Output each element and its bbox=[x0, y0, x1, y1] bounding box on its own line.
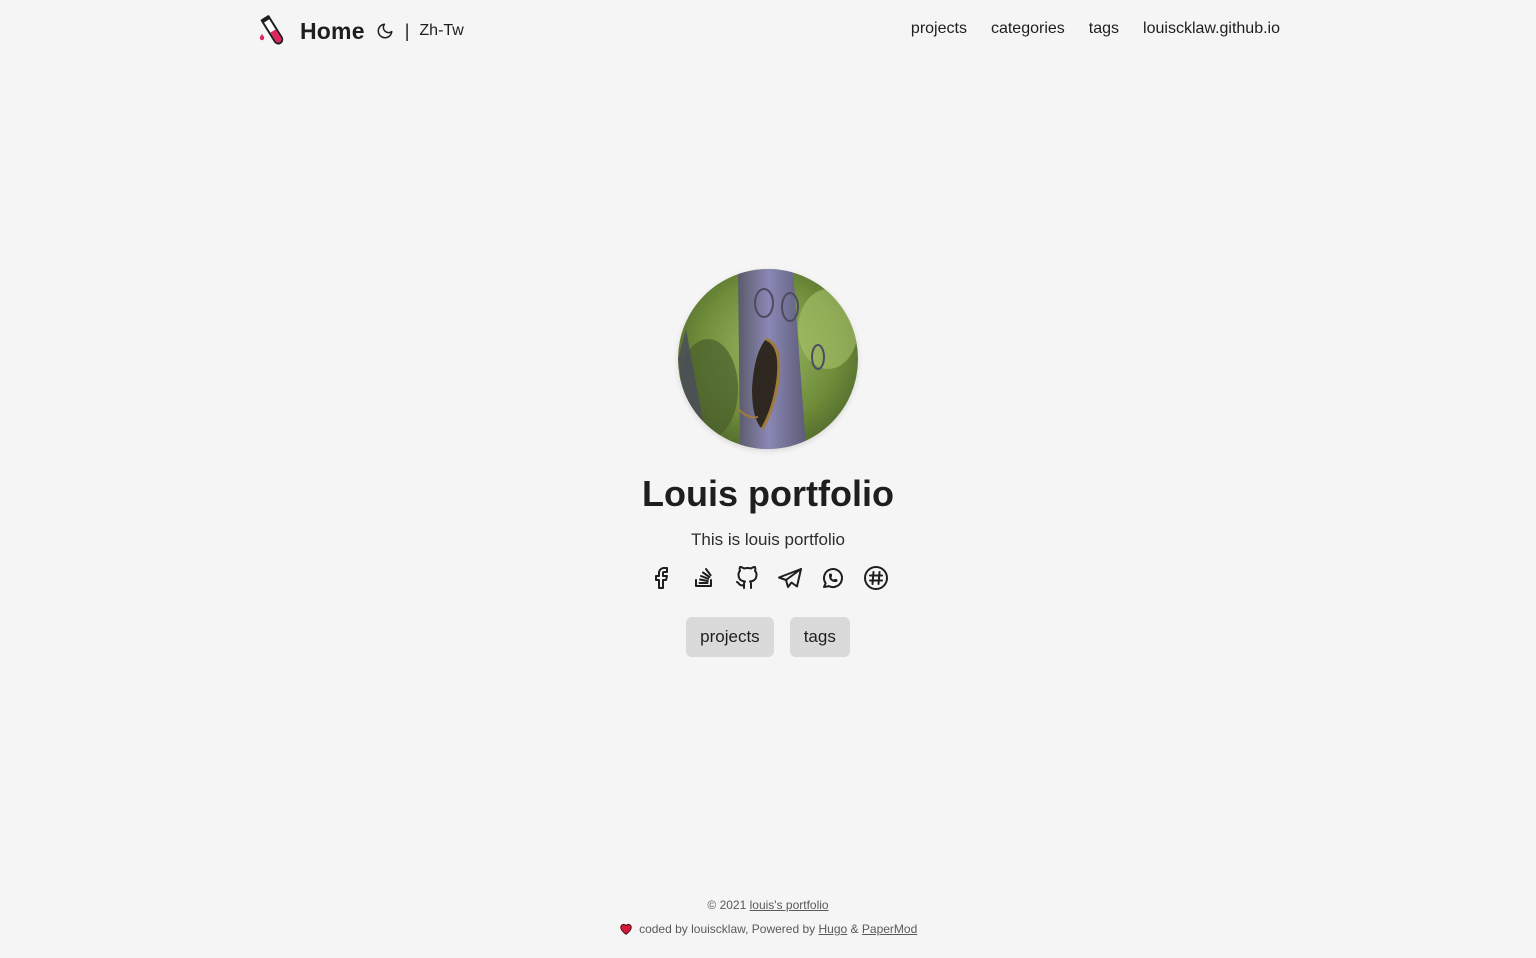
coded-by-text: coded by louiscklaw, Powered by bbox=[639, 922, 816, 936]
copyright-text: © 2021 bbox=[707, 898, 747, 912]
profile-buttons: projects tags bbox=[0, 617, 1536, 657]
nav-categories[interactable]: categories bbox=[991, 20, 1065, 38]
stackoverflow-icon[interactable] bbox=[691, 565, 717, 591]
tags-button[interactable]: tags bbox=[789, 617, 850, 657]
github-icon[interactable] bbox=[734, 565, 760, 591]
papermod-link[interactable]: PaperMod bbox=[862, 922, 917, 936]
main-nav: projects categories tags louiscklaw.gith… bbox=[911, 20, 1280, 38]
test-tube-logo-icon[interactable] bbox=[256, 13, 290, 49]
nav-github-site[interactable]: louiscklaw.github.io bbox=[1143, 20, 1280, 38]
profile-title: Louis portfolio bbox=[642, 473, 894, 514]
nav-projects[interactable]: projects bbox=[911, 20, 967, 38]
nav-tags[interactable]: tags bbox=[1089, 20, 1119, 38]
footer-credits-line: coded by louiscklaw, Powered by Hugo & P… bbox=[0, 919, 1536, 939]
footer-site-link[interactable]: louis's portfolio bbox=[750, 898, 829, 912]
theme-toggle-moon-icon[interactable] bbox=[376, 22, 395, 41]
home-link[interactable]: Home bbox=[300, 18, 365, 45]
site-footer: © 2021 louis's portfolio coded by louisc… bbox=[0, 895, 1536, 939]
ampersand-text: & bbox=[850, 922, 859, 936]
heart-icon bbox=[619, 921, 633, 941]
profile-section: Louis portfolio This is louis portfolio bbox=[0, 269, 1536, 657]
social-icons bbox=[0, 565, 1536, 591]
logo-group: Home | Zh-Tw bbox=[256, 12, 464, 50]
projects-button[interactable]: projects bbox=[686, 617, 774, 657]
profile-subtitle: This is louis portfolio bbox=[690, 530, 845, 549]
telegram-icon[interactable] bbox=[777, 565, 803, 591]
language-switch-link[interactable]: Zh-Tw bbox=[419, 22, 463, 40]
site-header: Home | Zh-Tw projects categories tags lo… bbox=[0, 0, 1536, 62]
whatsapp-icon[interactable] bbox=[820, 565, 846, 591]
footer-copyright-line: © 2021 louis's portfolio bbox=[0, 895, 1536, 915]
slack-icon[interactable] bbox=[863, 565, 889, 591]
profile-avatar bbox=[678, 269, 858, 449]
header-separator: | bbox=[404, 20, 410, 41]
facebook-icon[interactable] bbox=[648, 565, 674, 591]
hugo-link[interactable]: Hugo bbox=[819, 922, 848, 936]
